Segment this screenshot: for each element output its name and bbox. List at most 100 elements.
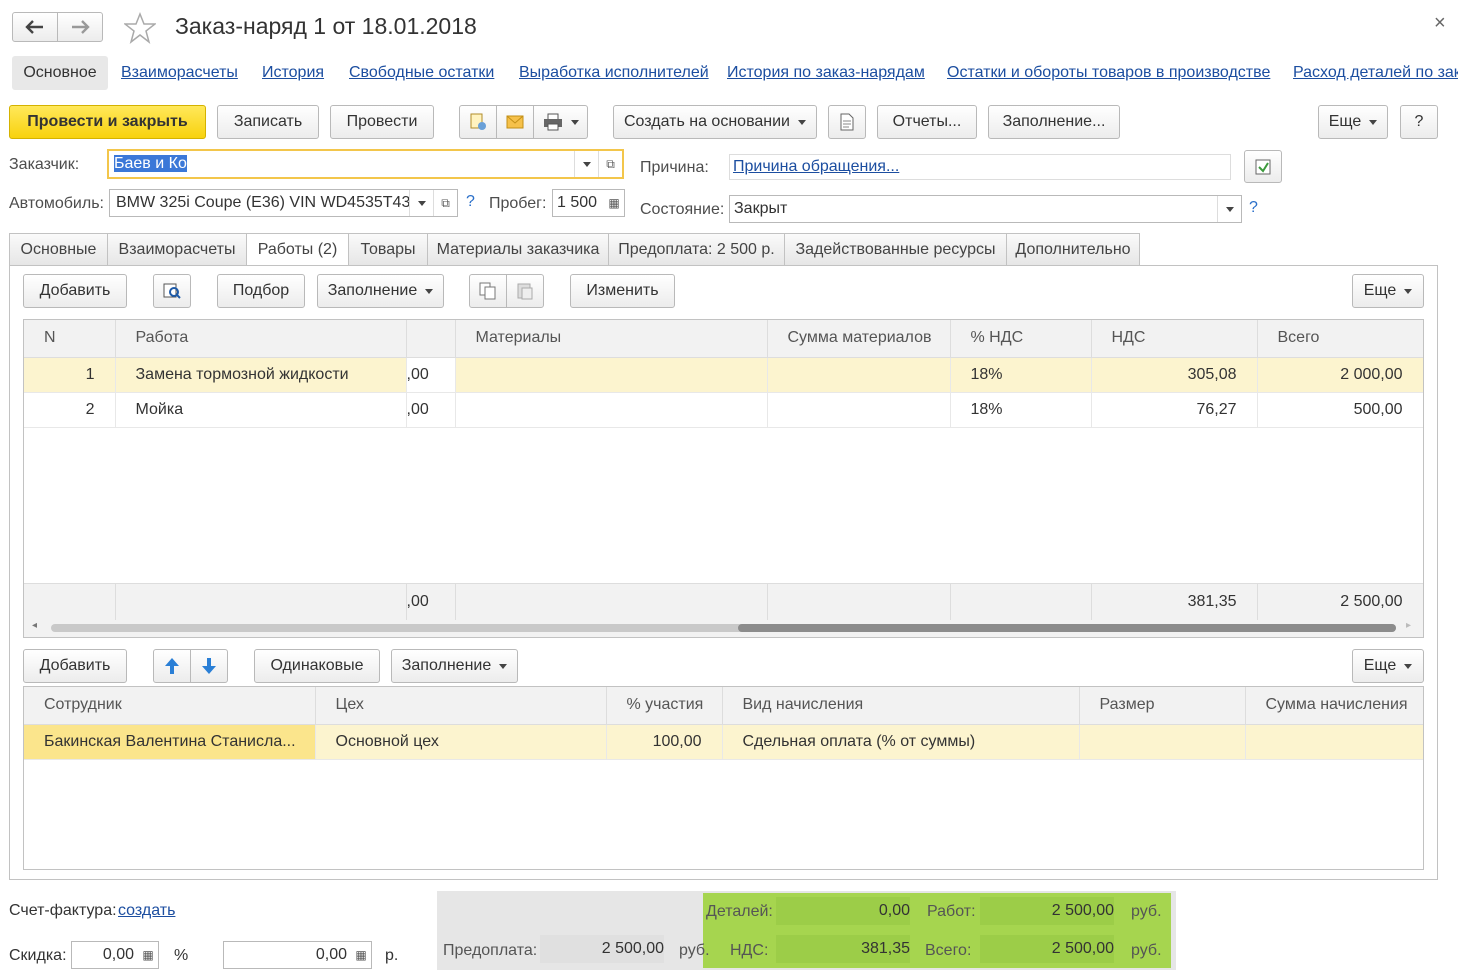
col-vat[interactable]: НДС — [1091, 320, 1258, 358]
col-n[interactable]: N — [24, 320, 116, 358]
col-total[interactable]: Всего — [1257, 320, 1423, 358]
chevron-down-icon — [798, 119, 806, 125]
create-based-button[interactable]: Создать на основании — [613, 105, 817, 139]
col-materials-sum[interactable]: Сумма материалов — [767, 320, 951, 358]
fill-button[interactable]: Заполнение... — [988, 105, 1120, 139]
nav-tab-performers[interactable]: Выработка исполнителей — [519, 64, 709, 82]
table-row[interactable]: Бакинская Валентина Станисла... Основной… — [24, 724, 1423, 760]
cell-n: 2 — [24, 392, 116, 428]
col-accrual-sum[interactable]: Сумма начисления — [1245, 687, 1423, 725]
email-button[interactable] — [496, 105, 534, 139]
horizontal-scrollbar[interactable]: ◂ ▸ — [24, 620, 1423, 637]
state-help-icon[interactable]: ? — [1249, 199, 1258, 217]
col-materials[interactable]: Материалы — [455, 320, 768, 358]
dropdown-arrow-icon[interactable] — [574, 151, 598, 177]
staff-more-button[interactable]: Еще — [1352, 649, 1424, 683]
open-icon[interactable]: ⧉ — [433, 190, 457, 216]
col-size[interactable]: Размер — [1079, 687, 1246, 725]
car-help-icon[interactable]: ? — [466, 193, 475, 211]
foot-vat-rate — [950, 583, 1092, 621]
car-field[interactable]: BMW 325i Coupe (E36) VIN WD4535T43 ⧉ — [109, 189, 458, 217]
customer-field[interactable]: Баев и Ко ⧉ — [107, 149, 624, 179]
col-accrual-type[interactable]: Вид начисления — [722, 687, 1080, 725]
more-label: Еще — [1328, 113, 1362, 130]
col-work[interactable]: Работа — [115, 320, 407, 358]
nav-tab-main[interactable]: Основное — [12, 56, 108, 90]
favorite-star-icon[interactable] — [124, 12, 156, 44]
same-button[interactable]: Одинаковые — [254, 649, 380, 683]
paste-icon — [517, 283, 533, 300]
calculator-icon[interactable]: ▦ — [604, 190, 624, 216]
open-icon[interactable]: ⧉ — [598, 151, 622, 177]
calculator-icon[interactable]: ▦ — [138, 942, 158, 968]
cell-size — [1079, 724, 1246, 760]
tab-customer-materials[interactable]: Материалы заказчика — [427, 233, 609, 265]
move-down-button[interactable] — [190, 649, 228, 683]
works-pick-button[interactable]: Подбор — [217, 274, 305, 308]
cell-accrual-type: Сдельная оплата (% от суммы) — [722, 724, 1080, 760]
cell-vat: 305,08 — [1091, 357, 1258, 393]
works-more-button[interactable]: Еще — [1352, 274, 1424, 308]
nav-tab-free-stock[interactable]: Свободные остатки — [349, 64, 494, 82]
close-icon[interactable]: × — [1434, 12, 1446, 35]
col-vat-rate[interactable]: % НДС — [950, 320, 1092, 358]
car-value: BMW 325i Coupe (E36) VIN WD4535T43 — [116, 194, 409, 211]
col-participation[interactable]: % участия — [606, 687, 723, 725]
state-field[interactable]: Закрыт — [729, 195, 1242, 223]
arrow-down-icon — [202, 658, 216, 674]
scrollbar-thumb-active[interactable] — [738, 624, 1396, 632]
table-row[interactable]: 1 Замена тормозной жидкости ,00 18% 305,… — [24, 357, 1423, 393]
staff-fill-button[interactable]: Заполнение — [391, 649, 518, 683]
tab-basic[interactable]: Основные — [9, 233, 108, 265]
nav-tab-order-history[interactable]: История по заказ-нарядам — [727, 64, 925, 82]
invoice-label: Счет-фактура: — [9, 902, 117, 919]
nav-tab-production-stock[interactable]: Остатки и обороты товаров в производстве — [947, 64, 1270, 82]
reason-pick-button[interactable] — [1244, 150, 1282, 183]
mileage-field[interactable]: 1 500 ▦ — [552, 189, 625, 217]
move-up-button[interactable] — [153, 649, 191, 683]
works-edit-button[interactable]: Изменить — [570, 274, 675, 308]
help-button[interactable]: ? — [1400, 105, 1438, 139]
reason-field[interactable]: Причина обращения... — [729, 154, 1231, 180]
reason-link[interactable]: Причина обращения... — [733, 158, 899, 175]
related-docs-button[interactable] — [828, 105, 866, 139]
staff-add-button[interactable]: Добавить — [23, 649, 127, 683]
nav-tab-settlements[interactable]: Взаиморасчеты — [121, 64, 238, 82]
foot-price: ,00 — [406, 583, 456, 621]
post-and-close-button[interactable]: Провести и закрыть — [9, 105, 206, 139]
tab-goods[interactable]: Товары — [348, 233, 428, 265]
back-button[interactable] — [12, 12, 58, 42]
col-employee[interactable]: Сотрудник — [24, 687, 316, 725]
discount-percent-field[interactable]: 0,00 ▦ — [71, 941, 159, 969]
discount-sum-field[interactable]: 0,00 ▦ — [223, 941, 372, 969]
scroll-left-icon[interactable]: ◂ — [32, 620, 37, 631]
works-add-button[interactable]: Добавить — [23, 274, 127, 308]
post-button[interactable]: Провести — [330, 105, 434, 139]
scroll-right-icon[interactable]: ▸ — [1406, 620, 1411, 631]
tab-resources[interactable]: Задействованные ресурсы — [784, 233, 1007, 265]
works-search-button[interactable] — [153, 274, 191, 308]
dropdown-arrow-icon[interactable] — [409, 190, 433, 216]
print-button[interactable] — [533, 105, 588, 139]
tab-additional[interactable]: Дополнительно — [1006, 233, 1140, 265]
table-row[interactable]: 2 Мойка ,00 18% 76,27 500,00 — [24, 392, 1423, 428]
works-paste-button[interactable] — [506, 274, 544, 308]
save-button[interactable]: Записать — [217, 105, 319, 139]
col-workshop[interactable]: Цех — [315, 687, 607, 725]
works-fill-button[interactable]: Заполнение — [317, 274, 444, 308]
tab-works[interactable]: Работы (2) — [246, 233, 349, 266]
col-price[interactable] — [406, 320, 456, 358]
chevron-down-icon — [570, 119, 579, 125]
tab-settlements[interactable]: Взаиморасчеты — [107, 233, 247, 265]
dropdown-arrow-icon[interactable] — [1217, 196, 1241, 222]
invoice-create-link[interactable]: создать — [118, 902, 175, 920]
structure-button[interactable] — [459, 105, 497, 139]
reports-button[interactable]: Отчеты... — [877, 105, 977, 139]
works-copy-button[interactable] — [469, 274, 507, 308]
forward-button[interactable] — [57, 12, 103, 42]
calculator-icon[interactable]: ▦ — [351, 942, 371, 968]
tab-prepayment[interactable]: Предоплата: 2 500 р. — [608, 233, 785, 265]
more-button[interactable]: Еще — [1318, 105, 1388, 139]
nav-tab-history[interactable]: История — [262, 64, 324, 82]
nav-tab-parts-usage[interactable]: Расход деталей по зака — [1293, 64, 1458, 82]
